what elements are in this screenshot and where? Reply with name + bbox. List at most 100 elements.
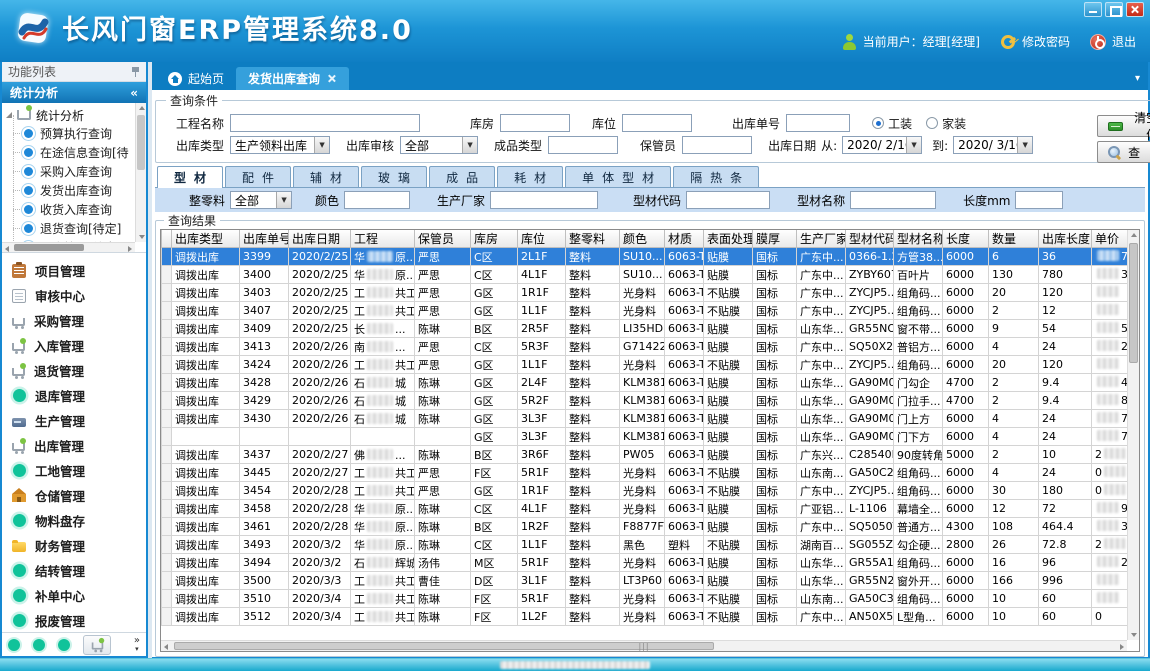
scroll-left-icon[interactable] xyxy=(164,644,168,650)
row-selector[interactable] xyxy=(162,428,172,446)
sidebar-item-补单中心[interactable]: 补单中心 xyxy=(2,583,146,608)
tree-horizontal-scrollbar[interactable] xyxy=(2,242,135,252)
more-menus-button[interactable]: » ▾ xyxy=(134,637,140,653)
column-header[interactable]: 长度 xyxy=(943,230,989,248)
project-name-input[interactable] xyxy=(230,114,420,132)
change-password-link[interactable]: 修改密码 xyxy=(1022,33,1070,50)
table-row[interactable]: 调拨出库34302020/2/26石城陈琳G区3L3F整料KLM38176063… xyxy=(162,410,1128,428)
tab-close-icon[interactable] xyxy=(326,73,337,84)
profile-code-input[interactable] xyxy=(686,191,770,209)
column-header[interactable]: 材质 xyxy=(665,230,704,248)
sidebar-item-入库管理[interactable]: 入库管理 xyxy=(2,333,146,358)
table-row[interactable]: 调拨出库34092020/2/25长...陈琳B区2R5F整料LI35HD606… xyxy=(162,320,1128,338)
column-header[interactable]: 生产厂家 xyxy=(797,230,846,248)
date-from-picker[interactable]: 2020/ 2/16 ▼ xyxy=(842,136,922,154)
row-selector[interactable] xyxy=(162,518,172,536)
search-button[interactable]: 查 询 xyxy=(1097,141,1150,163)
row-selector[interactable] xyxy=(162,446,172,464)
sidebar-item-财务管理[interactable]: 财务管理 xyxy=(2,533,146,558)
row-selector[interactable] xyxy=(162,608,172,626)
color-input[interactable] xyxy=(344,191,410,209)
table-row[interactable]: 调拨出库34292020/2/26石城陈琳G区5R2F整料KLM38176063… xyxy=(162,392,1128,410)
table-row[interactable]: 调拨出库34452020/2/27工共工程严思F区5R1F整料光身料6063-T… xyxy=(162,464,1128,482)
jiazhuang-radio-label[interactable]: 家装 xyxy=(942,115,966,132)
scroll-left-icon[interactable] xyxy=(5,246,9,252)
row-selector[interactable] xyxy=(162,248,172,266)
column-header[interactable]: 工程 xyxy=(351,230,415,248)
tree-vertical-scrollbar[interactable] xyxy=(135,103,146,242)
column-header[interactable]: 数量 xyxy=(989,230,1039,248)
tree-root[interactable]: 统计分析 xyxy=(6,106,134,124)
row-selector[interactable] xyxy=(162,500,172,518)
table-row[interactable]: 调拨出库35102020/3/4工共工程陈琳F区5R1F整料光身料6063-T5… xyxy=(162,590,1128,608)
scroll-right-icon[interactable] xyxy=(1120,644,1124,650)
sidebar-item-退货管理[interactable]: 退货管理 xyxy=(2,358,146,383)
column-header[interactable]: 膜厚 xyxy=(753,230,797,248)
table-row[interactable]: 调拨出库34242020/2/26工共工程严思G区1L1F整料光身料6063-T… xyxy=(162,356,1128,374)
sidebar-item-出库管理[interactable]: 出库管理 xyxy=(2,433,146,458)
material-tab-成品[interactable]: 成品 xyxy=(429,166,495,187)
material-tab-型材[interactable]: 型材 xyxy=(157,166,223,188)
out-type-select[interactable]: 生产领料出库 ▼ xyxy=(230,136,330,154)
row-selector[interactable] xyxy=(162,572,172,590)
grid-horizontal-scrollbar[interactable]: ||| xyxy=(161,640,1127,651)
sidebar-item-项目管理[interactable]: 项目管理 xyxy=(2,258,146,283)
maximize-icon[interactable] xyxy=(1105,2,1123,17)
row-selector[interactable] xyxy=(162,410,172,428)
tab-shipment-query[interactable]: 发货出库查询 xyxy=(236,67,349,90)
row-selector[interactable] xyxy=(162,464,172,482)
keeper-input[interactable] xyxy=(682,136,752,154)
tree-item[interactable]: 发货出库查询 xyxy=(6,181,134,200)
profile-name-input[interactable] xyxy=(850,191,936,209)
scrollbar-thumb[interactable] xyxy=(1129,243,1138,363)
table-row[interactable]: 调拨出库34582020/2/28华原...陈琳C区4L1F整料光身料6063-… xyxy=(162,500,1128,518)
gongzhuang-radio-label[interactable]: 工装 xyxy=(888,115,912,132)
scroll-down-icon[interactable] xyxy=(139,235,145,239)
gongzhuang-radio[interactable] xyxy=(872,117,884,129)
sidebar-item-生产管理[interactable]: 生产管理 xyxy=(2,408,146,433)
row-selector[interactable] xyxy=(162,482,172,500)
scroll-up-icon[interactable] xyxy=(139,106,145,110)
scroll-down-icon[interactable] xyxy=(1131,633,1137,637)
column-header[interactable]: 出库单号 xyxy=(240,230,289,248)
table-row[interactable]: 调拨出库35002020/3/3工共工程曹佳D区3L1F整料LT3P606063… xyxy=(162,572,1128,590)
tree-item[interactable]: 采购入库查询 xyxy=(6,162,134,181)
table-row[interactable]: 调拨出库34942020/3/2石辉城汤伟M区5R1F整料光身料6063-T5贴… xyxy=(162,554,1128,572)
audit-select[interactable]: 全部 ▼ xyxy=(400,136,478,154)
logout-button[interactable]: 退出 xyxy=(1112,33,1136,50)
tree-item[interactable]: 预算执行查询 xyxy=(6,124,134,143)
row-selector[interactable] xyxy=(162,356,172,374)
quick-dot-icon[interactable] xyxy=(8,639,20,651)
row-selector[interactable] xyxy=(162,374,172,392)
material-tab-隔热条[interactable]: 隔热条 xyxy=(673,166,759,187)
column-header[interactable]: 表面处理 xyxy=(704,230,753,248)
column-header[interactable]: 出库长度 xyxy=(1039,230,1092,248)
tree-item[interactable]: 收货入库查询 xyxy=(6,200,134,219)
quick-dot-icon[interactable] xyxy=(33,639,45,651)
scroll-up-icon[interactable] xyxy=(1131,233,1137,237)
row-selector[interactable] xyxy=(162,266,172,284)
cart-quick-button[interactable] xyxy=(83,635,111,655)
sidebar-item-退库管理[interactable]: 退库管理 xyxy=(2,383,146,408)
pin-icon[interactable] xyxy=(131,66,140,78)
tree-item[interactable]: 在途信息查询[待 xyxy=(6,143,134,162)
column-header[interactable]: 整零料 xyxy=(566,230,620,248)
table-row[interactable]: 调拨出库34932020/3/2华原...陈琳C区1L1F整料黑色塑料不贴膜国标… xyxy=(162,536,1128,554)
length-input[interactable] xyxy=(1015,191,1063,209)
table-row[interactable]: 调拨出库34282020/2/26石城陈琳G区2L4F整料KLM38176063… xyxy=(162,374,1128,392)
tab-home[interactable]: 起始页 xyxy=(156,67,236,90)
row-selector[interactable] xyxy=(162,284,172,302)
minimize-icon[interactable] xyxy=(1084,2,1102,17)
scrollbar-thumb[interactable] xyxy=(14,244,84,251)
table-row[interactable]: 调拨出库34072020/2/25工共工程严思G区1L1F整料光身料6063-T… xyxy=(162,302,1128,320)
row-selector[interactable] xyxy=(162,554,172,572)
material-tab-玻璃[interactable]: 玻璃 xyxy=(361,166,427,187)
sidebar-item-物料盘存[interactable]: 物料盘存 xyxy=(2,508,146,533)
tree-item[interactable]: 退货查询[待定] xyxy=(6,219,134,238)
sidebar-item-仓储管理[interactable]: 仓储管理 xyxy=(2,483,146,508)
row-selector[interactable] xyxy=(162,536,172,554)
collapse-icon[interactable]: « xyxy=(130,86,138,100)
column-header[interactable]: 单价 xyxy=(1092,230,1128,248)
table-row[interactable]: 调拨出库35122020/3/4工共工程陈琳F区1L2F整料光身料6063-T5… xyxy=(162,608,1128,626)
material-tab-单体型材[interactable]: 单体型材 xyxy=(565,166,671,187)
